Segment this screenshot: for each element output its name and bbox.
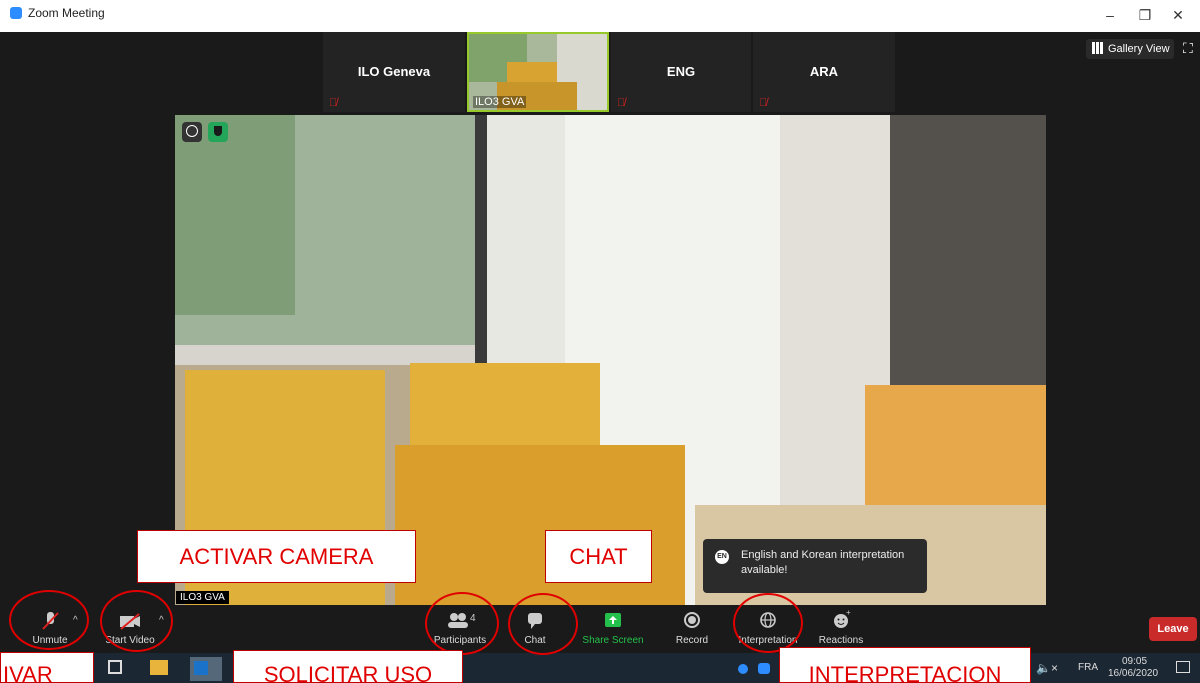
annotation-circle-participants	[425, 592, 499, 655]
record-button[interactable]: Record	[670, 605, 714, 653]
annotation-circle-video	[100, 590, 173, 652]
input-language[interactable]: FRA	[1078, 662, 1098, 673]
share-screen-icon	[580, 609, 646, 633]
meeting-toolbar: Unmute ^ Start Video ^ 4 Participants Ch…	[0, 605, 1200, 653]
task-view-icon[interactable]	[108, 660, 122, 674]
video-name-tag: ILO3 GVA	[176, 591, 229, 604]
interpretation-notice: EN English and Korean interpretation ava…	[703, 539, 927, 593]
annotation-chat: CHAT	[545, 530, 652, 583]
speaker-muted-icon[interactable]: 🔈×	[1036, 661, 1058, 675]
annotation-interpretacion: INTERPRETACION	[779, 647, 1031, 683]
svg-text:+: +	[846, 609, 851, 617]
gallery-view-label: Gallery View	[1108, 43, 1170, 55]
clock-time[interactable]: 09:05	[1122, 656, 1147, 667]
muted-mic-icon: 🎙̸	[617, 97, 626, 109]
notifications-icon[interactable]	[1176, 661, 1190, 673]
window-title: Zoom Meeting	[28, 6, 105, 20]
clock-date[interactable]: 16/06/2020	[1108, 668, 1158, 679]
leave-button[interactable]: Leave	[1149, 617, 1197, 641]
info-icon[interactable]	[182, 122, 202, 142]
participant-tile[interactable]: ILO Geneva 🎙̸	[323, 32, 465, 112]
reactions-icon: +	[815, 608, 867, 633]
outlook-icon[interactable]	[190, 657, 222, 681]
reactions-label: Reactions	[818, 635, 864, 646]
zoom-tray-icon[interactable]	[758, 663, 770, 674]
share-screen-button[interactable]: Share Screen	[580, 605, 646, 653]
language-badge: EN	[715, 550, 729, 564]
participant-name: ILO Geneva	[357, 64, 431, 79]
participant-name: ENG	[666, 64, 696, 79]
annotation-solicitar: SOLICITAR USO	[233, 650, 463, 683]
zoom-app-icon	[10, 7, 22, 19]
close-button[interactable]: ✕	[1163, 4, 1193, 26]
annotation-activar: IVAR	[0, 652, 94, 683]
title-bar: Zoom Meeting – ❐ ✕	[0, 0, 1200, 32]
shield-icon[interactable]	[208, 122, 228, 142]
muted-mic-icon: 🎙̸	[759, 97, 768, 109]
share-screen-label: Share Screen	[582, 635, 644, 646]
participant-name: ARA	[809, 64, 839, 79]
participant-name: ILO3 GVA	[473, 96, 527, 108]
grid-icon	[1092, 42, 1104, 54]
participant-tile[interactable]: ENG 🎙̸	[611, 32, 751, 112]
minimize-button[interactable]: –	[1095, 4, 1125, 26]
record-icon	[670, 609, 714, 633]
gallery-view-button[interactable]: Gallery View	[1086, 39, 1174, 59]
participant-video-tile[interactable]: ILO3 GVA	[467, 32, 609, 112]
participant-tile[interactable]: ARA 🎙̸	[753, 32, 895, 112]
annotation-circle-interpretation	[733, 593, 803, 653]
annotation-circle-unmute	[9, 590, 89, 650]
annotation-activar-camera: ACTIVAR CAMERA	[137, 530, 416, 583]
fullscreen-icon[interactable]: ⛶	[1183, 40, 1193, 57]
record-label: Record	[675, 635, 709, 646]
notice-text: English and Korean interpretation availa…	[741, 549, 905, 576]
reactions-button[interactable]: + Reactions	[815, 605, 867, 653]
restore-button[interactable]: ❐	[1130, 4, 1160, 26]
annotation-circle-chat	[508, 593, 578, 655]
file-explorer-icon[interactable]	[150, 660, 168, 675]
muted-mic-icon: 🎙̸	[329, 97, 338, 109]
tray-app-icon[interactable]	[738, 664, 748, 674]
